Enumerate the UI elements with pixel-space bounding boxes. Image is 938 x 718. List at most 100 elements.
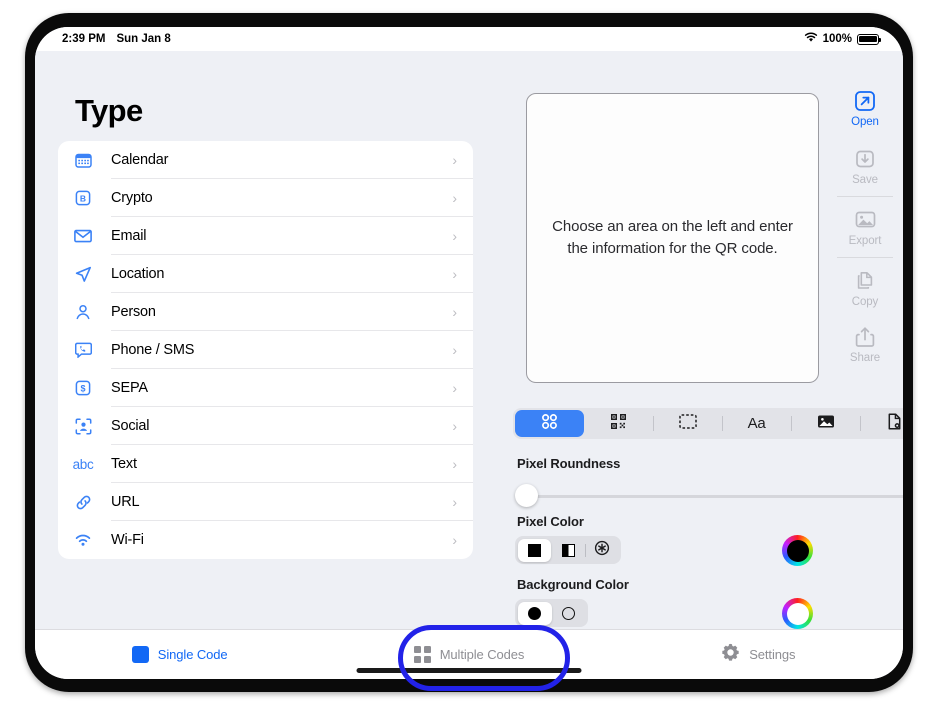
list-item-label: Location [111,266,165,282]
list-item-label: Calendar [111,152,169,168]
aa-icon: Aa [747,415,766,432]
pixel-color-wheel[interactable] [782,535,813,566]
chevron-right-icon: › [452,190,457,206]
chevron-right-icon: › [452,266,457,282]
slider-thumb[interactable] [515,484,538,507]
svg-text:$: $ [80,384,85,394]
text-tab[interactable]: Aa [722,410,791,437]
solid-square-icon [527,543,541,557]
tab-label: Single Code [157,647,228,662]
list-item-calendar[interactable]: Calendar › [58,141,473,179]
status-time: 2:39 PM [62,33,106,45]
status-date: Sun Jan 8 [116,33,171,45]
half-square-icon [561,543,575,557]
export-button[interactable]: Export [827,207,903,247]
battery-full-icon [857,33,881,45]
home-indicator [356,668,582,673]
filled-circle-option[interactable] [517,601,552,625]
pixel-color-segmented-control[interactable] [515,536,621,564]
calendar-icon [70,148,96,172]
four-squares-icon [413,646,431,663]
person-icon [70,300,96,324]
chevron-right-icon: › [452,152,457,168]
outline-circle-icon [562,606,575,620]
open-button[interactable]: Open [827,88,903,128]
list-item-crypto[interactable]: B Crypto › [58,179,473,217]
background-color-segmented-control[interactable] [515,599,588,627]
asterisk-icon [594,540,610,561]
list-item-label: Social [111,418,150,434]
background-color-wheel[interactable] [782,598,813,629]
qr-pattern-tab[interactable] [584,410,653,437]
frame-tab[interactable] [653,410,722,437]
pixel-color-label: Pixel Color [517,514,584,529]
half-square-option[interactable] [551,539,585,562]
person-viewfinder-icon [70,414,96,438]
svg-text:B: B [80,193,86,203]
solid-square-option[interactable] [517,538,552,562]
tab-label: Settings [749,647,796,662]
chevron-right-icon: › [452,228,457,244]
four-dots-icon [541,413,558,435]
list-item-label: Wi-Fi [111,532,144,548]
ipad-device-frame: 2:39 PM Sun Jan 8 100% Type Calendar › B… [25,13,913,692]
status-bar-left: 2:39 PM Sun Jan 8 [62,33,171,45]
blue-square-icon [131,646,149,663]
bitcoin-icon: B [70,186,96,210]
save-button[interactable]: Save [827,146,903,186]
list-item-text[interactable]: abc Text › [58,445,473,483]
action-label: Open [851,116,879,128]
app-content-area: Type Calendar › B Crypto › Email › Locat… [35,51,903,629]
gear-icon [721,643,740,667]
chevron-right-icon: › [452,380,457,396]
battery-percent: 100% [822,33,852,45]
list-item-social[interactable]: Social › [58,407,473,445]
list-item-email[interactable]: Email › [58,217,473,255]
outline-circle-option[interactable] [552,602,586,625]
pixel-roundness-label: Pixel Roundness [517,456,621,471]
sidebar-divider [837,257,893,258]
list-item-phone-sms[interactable]: Phone / SMS › [58,331,473,369]
chevron-right-icon: › [452,418,457,434]
share-button[interactable]: Share [827,324,903,364]
list-item-label: SEPA [111,380,148,396]
chevron-right-icon: › [452,494,457,510]
list-item-label: URL [111,494,140,510]
list-item-person[interactable]: Person › [58,293,473,331]
page-title: Type [75,93,143,128]
list-item-location[interactable]: Location › [58,255,473,293]
tab-label: Multiple Codes [439,647,525,662]
tab-settings[interactable]: Settings [614,643,903,667]
action-label: Export [848,235,882,247]
action-label: Share [849,352,881,364]
ipad-screen: 2:39 PM Sun Jan 8 100% Type Calendar › B… [35,27,903,679]
chevron-right-icon: › [452,342,457,358]
photo-export-icon [852,207,879,232]
list-item-sepa[interactable]: $ SEPA › [58,369,473,407]
wifi-icon [804,32,818,46]
type-panel: Type Calendar › B Crypto › Email › Locat… [53,51,473,559]
background-color-label: Background Color [517,577,629,592]
copy-button[interactable]: Copy [827,268,903,308]
abc-icon: abc [72,456,94,472]
asterisk-option[interactable] [584,539,619,562]
pixel-shape-tab[interactable] [515,410,584,437]
list-item-wifi[interactable]: Wi-Fi › [58,521,473,559]
paper-plane-icon [70,262,96,286]
phone-bubble-icon [70,338,96,362]
list-item-label: Text [111,456,137,472]
status-bar: 2:39 PM Sun Jan 8 100% [35,27,903,51]
preview-placeholder-text: Choose an area on the left and enter the… [552,218,793,257]
envelope-icon [70,224,96,248]
link-icon [70,490,96,514]
tab-multiple-codes[interactable]: Multiple Codes [324,646,613,663]
save-download-icon [852,146,879,171]
tab-single-code[interactable]: Single Code [35,646,324,663]
list-item-label: Person [111,304,156,320]
chevron-right-icon: › [452,304,457,320]
qr-preview-card: Choose an area on the left and enter the… [526,93,819,383]
type-list: Calendar › B Crypto › Email › Location ›… [58,141,473,559]
dashed-frame-icon [678,413,697,434]
list-item-url[interactable]: URL › [58,483,473,521]
status-bar-right: 100% [804,32,881,46]
